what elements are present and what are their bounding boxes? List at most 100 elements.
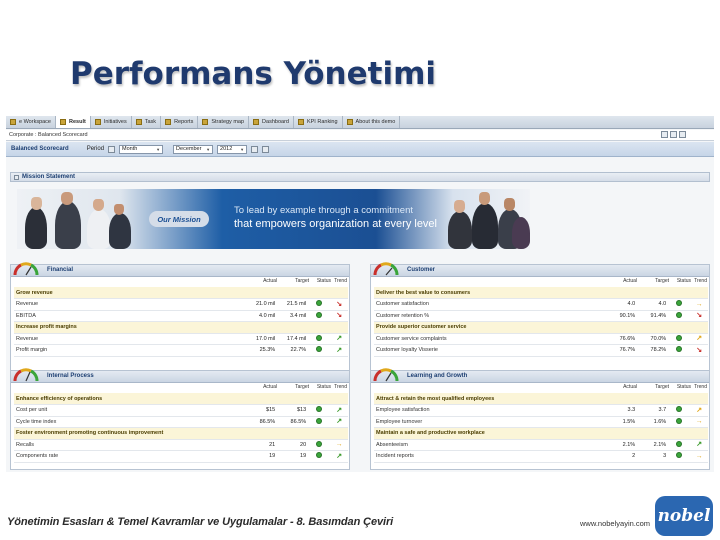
kpi-status [668, 333, 691, 345]
tab-icon [253, 119, 260, 125]
kpi-status [308, 416, 331, 428]
chevron-down-icon: ▼ [240, 146, 245, 152]
kpi-row[interactable]: Employee satisfaction 3.3 3.7 ↗ [374, 404, 708, 417]
tab-initiatives[interactable]: Initiatives [91, 116, 132, 128]
export-icon[interactable] [670, 131, 677, 138]
kpi-row[interactable]: Customer satisfaction 4.0 4.0 → [374, 298, 708, 311]
kpi-row[interactable]: Revenue 17.0 mil 17.4 mil ↗ [14, 333, 348, 345]
tab-e-workspace[interactable]: e Workspace [6, 116, 56, 128]
month-select[interactable]: December ▼ [173, 144, 214, 154]
kpi-actual: 76.6% [606, 333, 638, 345]
print-icon[interactable] [661, 131, 668, 138]
tab-icon [202, 119, 209, 125]
col-trend: Trend [694, 278, 707, 284]
kpi-row[interactable]: Profit margin 25.3% 22.7% ↗ [14, 344, 348, 357]
filter-bar: Balanced Scorecard Period Month ▼ Decembe… [6, 142, 714, 157]
col-status: Status [316, 278, 331, 284]
period-select-value: Month [122, 146, 138, 152]
trend-arrow-icon: ↘ [696, 346, 703, 354]
kpi-status [308, 333, 331, 345]
next-period-button[interactable] [251, 145, 259, 153]
objective-row[interactable]: Attract & retain the most qualified empl… [374, 393, 708, 405]
kpi-status [668, 298, 691, 311]
objective-label: Enhance efficiency of operations [14, 393, 348, 405]
tab-label: Result [69, 119, 86, 125]
tab-result[interactable]: Result [56, 116, 91, 128]
tab-icon [60, 119, 66, 125]
collapse-icon[interactable] [14, 174, 19, 180]
period-select[interactable]: Month ▼ [119, 144, 164, 154]
refresh-icon[interactable] [679, 131, 686, 138]
status-dot-icon [316, 440, 323, 447]
period-label: Period [86, 146, 105, 152]
kpi-actual: 25.3% [246, 344, 278, 357]
objective-row[interactable]: Grow revenue [14, 287, 348, 299]
gauge-icon [13, 262, 39, 276]
kpi-status [308, 310, 331, 322]
objective-row[interactable]: Provide superior customer service [374, 321, 708, 334]
kpi-target: 86.5% [277, 416, 309, 428]
kpi-row[interactable]: Recalls 21 20 → [14, 439, 348, 451]
tab-reports[interactable]: Reports [161, 116, 199, 128]
objective-row[interactable]: Deliver the best value to consumers [374, 287, 708, 299]
status-dot-icon [316, 452, 323, 459]
objective-label: Attract & retain the most qualified empl… [374, 393, 708, 405]
tab-about-this-demo[interactable]: About this demo [343, 116, 401, 128]
kpi-target: 2.1% [637, 439, 669, 451]
calendar-icon[interactable] [262, 145, 270, 153]
kpi-row[interactable]: Cycle time index 86.5% 86.5% ↗ [14, 416, 348, 428]
kpi-actual: $15 [246, 404, 278, 417]
kpi-row[interactable]: Revenue 21.0 mil 21.5 mil ↘ [14, 298, 348, 311]
panel-internal-process: Internal Process Actual Target Status Tr… [10, 368, 350, 470]
kpi-trend: ↗ [690, 404, 708, 417]
tab-task[interactable]: Task [132, 116, 162, 128]
kpi-actual: 86.5% [246, 416, 278, 428]
kpi-table: Deliver the best value to consumers Custo… [374, 287, 708, 357]
col-target: Target [655, 278, 669, 284]
kpi-row[interactable]: Customer retention % 90.1% 91.4% ↘ [374, 310, 708, 322]
tab-kpi-ranking[interactable]: KPI Ranking [294, 116, 343, 128]
tab-label: About this demo [355, 119, 396, 125]
kpi-target: 1.6% [637, 416, 669, 428]
prev-period-button[interactable] [108, 145, 116, 153]
objective-row[interactable]: Increase profit margins [14, 321, 348, 334]
objective-row[interactable]: Maintain a safe and productive workplace [374, 427, 708, 440]
kpi-row[interactable]: Absenteeism 2.1% 2.1% ↗ [374, 439, 708, 451]
kpi-name: Customer retention % [374, 310, 607, 322]
tab-strategy-map[interactable]: Strategy map [198, 116, 250, 128]
tab-dashboard[interactable]: Dashboard [249, 116, 294, 128]
tab-label: Strategy map [211, 119, 245, 125]
month-select-value: December [176, 146, 202, 152]
year-select-value: 2012 [220, 146, 233, 152]
objective-row[interactable]: Enhance efficiency of operations [14, 393, 348, 405]
kpi-actual: 2 [606, 450, 638, 463]
trend-arrow-icon: ↘ [336, 300, 343, 308]
objective-label: Deliver the best value to consumers [374, 287, 708, 299]
tab-label: KPI Ranking [306, 119, 338, 125]
year-select[interactable]: 2012 ▼ [217, 144, 248, 154]
kpi-target: 21.5 mil [277, 298, 309, 311]
objective-row[interactable]: Foster environment promoting continuous … [14, 427, 348, 440]
kpi-name: Recalls [14, 439, 247, 451]
panel-customer: Customer Actual Target Status Trend Deli… [370, 262, 710, 376]
footer-url[interactable]: www.nobelyayin.com [580, 519, 650, 528]
trend-arrow-icon: ↗ [336, 406, 343, 414]
kpi-row[interactable]: Customer loyalty Visserie 76.7% 78.2% ↘ [374, 344, 708, 357]
kpi-row[interactable]: Cost per unit $15 $13 ↗ [14, 404, 348, 417]
kpi-row[interactable]: EBITDA 4.0 mil 3.4 mil ↘ [14, 310, 348, 322]
kpi-row[interactable]: Employee turnover 1.5% 1.6% → [374, 416, 708, 428]
kpi-actual: 19 [246, 450, 278, 463]
objective-label: Increase profit margins [14, 321, 348, 334]
kpi-actual: 17.0 mil [246, 333, 278, 345]
kpi-row[interactable]: Incident reports 2 3 → [374, 450, 708, 463]
kpi-row[interactable]: Customer service complaints 76.6% 70.0% ↗ [374, 333, 708, 345]
kpi-row[interactable]: Components rate 19 19 ↗ [14, 450, 348, 463]
kpi-status [308, 344, 331, 357]
nobel-logo: nobel [655, 496, 713, 536]
mission-banner: Our Mission To lead by example through a… [17, 189, 530, 249]
kpi-target: 70.0% [637, 333, 669, 345]
kpi-target: 22.7% [277, 344, 309, 357]
mission-header-label: Mission Statement [22, 174, 76, 180]
col-actual: Actual [263, 278, 277, 284]
kpi-trend: → [690, 416, 708, 428]
